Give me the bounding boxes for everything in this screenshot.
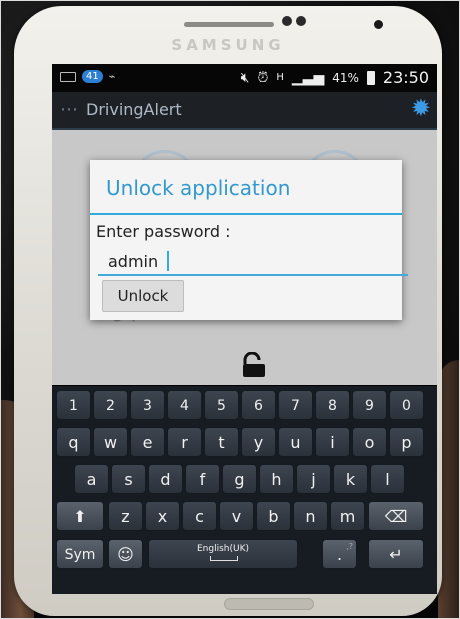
smiley-icon: ☺	[117, 545, 134, 564]
key-6[interactable]: 6	[241, 390, 276, 420]
space-language-label: English(UK)	[196, 544, 249, 554]
app-title: DrivingAlert	[86, 100, 182, 119]
letter-row-1: q w e r t y u i o p	[52, 427, 437, 461]
key-s[interactable]: s	[111, 464, 146, 494]
key-e[interactable]: e	[130, 427, 165, 457]
password-input[interactable]	[98, 248, 408, 276]
gear-icon[interactable]: ✹	[411, 96, 431, 120]
key-1[interactable]: 1	[56, 390, 91, 420]
key-t[interactable]: t	[204, 427, 239, 457]
unlock-icon[interactable]	[240, 352, 268, 378]
bottom-row: Sym ☺ English(UK) ,? . ↵	[52, 539, 437, 573]
shift-key[interactable]: ⬆	[56, 501, 104, 531]
dialog-divider	[90, 213, 402, 215]
letter-row-2: a s d f g h j k l	[52, 464, 437, 498]
number-row: 1 2 3 4 5 6 7 8 9 0	[52, 390, 437, 424]
password-label: Enter password :	[96, 222, 231, 241]
front-camera	[374, 20, 383, 29]
key-3[interactable]: 3	[130, 390, 165, 420]
network-type: H	[276, 72, 284, 83]
battery-percent: 41%	[332, 70, 359, 85]
key-n[interactable]: n	[293, 501, 328, 531]
key-q[interactable]: q	[56, 427, 91, 457]
battery-icon	[366, 70, 375, 85]
key-c[interactable]: c	[182, 501, 217, 531]
notification-badge: 41	[82, 70, 103, 83]
key-f[interactable]: f	[185, 464, 220, 494]
letter-row-3: ⬆ z x c v b n m ⌫	[52, 501, 437, 535]
mute-icon: 🔇︎	[240, 69, 250, 86]
back-icon[interactable]: ⋯	[60, 99, 78, 120]
phone-body: SAMSUNG 41 ⌁ 🔇︎ ⏰︎ H ▁▃▅ 41% 23:50 ⋯ Dri…	[14, 6, 442, 616]
key-x[interactable]: x	[145, 501, 180, 531]
key-5[interactable]: 5	[204, 390, 239, 420]
key-w[interactable]: w	[93, 427, 128, 457]
key-i[interactable]: i	[315, 427, 350, 457]
unlock-button[interactable]: Unlock	[102, 280, 184, 312]
sensor-dot-2	[296, 16, 306, 26]
photo-frame: SAMSUNG 41 ⌁ 🔇︎ ⏰︎ H ▁▃▅ 41% 23:50 ⋯ Dri…	[0, 0, 460, 619]
key-7[interactable]: 7	[278, 390, 313, 420]
unlock-dialog: Unlock application Enter password : Unlo…	[90, 160, 408, 320]
key-o[interactable]: o	[352, 427, 387, 457]
key-z[interactable]: z	[108, 501, 143, 531]
shift-icon: ⬆	[73, 507, 87, 526]
emoji-key[interactable]: ☺	[108, 539, 143, 569]
soft-keyboard: 1 2 3 4 5 6 7 8 9 0 q w e r t y u i o p …	[52, 386, 437, 594]
key-m[interactable]: m	[330, 501, 365, 531]
key-k[interactable]: k	[333, 464, 368, 494]
alarm-icon: ⏰︎	[257, 69, 269, 86]
key-v[interactable]: v	[219, 501, 254, 531]
text-cursor	[167, 251, 169, 271]
phone-screen: 41 ⌁ 🔇︎ ⏰︎ H ▁▃▅ 41% 23:50 ⋯ DrivingAler…	[52, 64, 437, 594]
dialog-title: Unlock application	[106, 176, 291, 200]
enter-icon: ↵	[389, 545, 403, 564]
space-bar[interactable]: English(UK)	[148, 539, 298, 569]
period-key[interactable]: ,? .	[322, 539, 357, 569]
brand-logo: SAMSUNG	[171, 36, 285, 54]
enter-key[interactable]: ↵	[368, 539, 424, 569]
backspace-key[interactable]: ⌫	[368, 501, 424, 531]
app-action-bar: ⋯ DrivingAlert ✹	[52, 92, 437, 130]
key-2[interactable]: 2	[93, 390, 128, 420]
earpiece-speaker	[184, 22, 274, 27]
key-9[interactable]: 9	[352, 390, 387, 420]
key-p[interactable]: p	[389, 427, 424, 457]
period-hint: ,?	[346, 542, 353, 551]
key-j[interactable]: j	[296, 464, 331, 494]
key-0[interactable]: 0	[389, 390, 424, 420]
key-u[interactable]: u	[278, 427, 313, 457]
key-d[interactable]: d	[148, 464, 183, 494]
usb-icon: ⌁	[108, 70, 116, 83]
key-8[interactable]: 8	[315, 390, 350, 420]
key-y[interactable]: y	[241, 427, 276, 457]
key-r[interactable]: r	[167, 427, 202, 457]
key-4[interactable]: 4	[167, 390, 202, 420]
key-g[interactable]: g	[222, 464, 257, 494]
key-a[interactable]: a	[74, 464, 109, 494]
keyboard-icon	[60, 71, 76, 82]
space-icon	[210, 556, 238, 561]
key-h[interactable]: h	[259, 464, 294, 494]
key-b[interactable]: b	[256, 501, 291, 531]
period-label: .	[336, 545, 343, 564]
sym-key[interactable]: Sym	[56, 539, 104, 569]
signal-icon: ▁▃▅	[291, 69, 325, 86]
home-button[interactable]	[224, 598, 314, 610]
clock: 23:50	[382, 68, 429, 87]
status-bar: 41 ⌁ 🔇︎ ⏰︎ H ▁▃▅ 41% 23:50	[52, 64, 437, 92]
key-l[interactable]: l	[370, 464, 405, 494]
backspace-icon: ⌫	[384, 507, 408, 526]
sensor-dot-1	[282, 16, 292, 26]
